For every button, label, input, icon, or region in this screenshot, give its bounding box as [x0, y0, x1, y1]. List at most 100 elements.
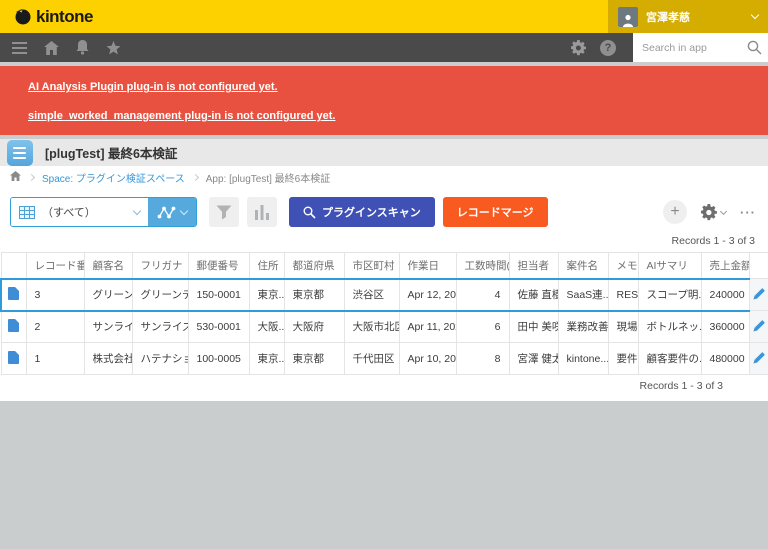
- cell-address: 東京...: [249, 279, 284, 311]
- record-merge-label: レコードマージ: [457, 204, 534, 220]
- cell-sales: 240000: [701, 279, 749, 311]
- column-header: 市区町村: [344, 253, 399, 279]
- help-icon[interactable]: ?: [600, 40, 616, 56]
- view-dropdown[interactable]: （すべて）: [11, 198, 148, 226]
- kintone-ball-icon: [14, 8, 31, 25]
- cell-memo: RES...: [608, 279, 638, 311]
- cell-city: 渋谷区: [344, 279, 399, 311]
- breadcrumb-home-icon[interactable]: [10, 171, 21, 184]
- app-header: [plugTest] 最終6本検証: [0, 139, 768, 166]
- breadcrumb-separator-icon: [192, 173, 199, 180]
- column-header: 作業日: [399, 253, 456, 279]
- table-grid-icon: [19, 206, 35, 219]
- plugin-alert-banner: AI Analysis Plugin plug-in is not config…: [0, 66, 768, 135]
- column-header: フリガナ: [132, 253, 188, 279]
- cell-assignee: 宮澤 健太: [509, 343, 558, 375]
- scan-magnifier-icon: [303, 206, 316, 219]
- column-header: 担当者: [509, 253, 558, 279]
- records-summary-bottom: Records 1 - 3 of 3: [0, 375, 768, 401]
- logo-text: kintone: [36, 7, 93, 27]
- record-document-icon[interactable]: [1, 279, 26, 311]
- page-background: [0, 401, 768, 549]
- app-list-icon: [7, 140, 33, 166]
- breadcrumb-separator-icon: [28, 173, 35, 180]
- edit-record-button[interactable]: [749, 279, 768, 311]
- cell-customer: 株式会社...: [84, 343, 132, 375]
- cell-prefecture: 東京都: [284, 279, 344, 311]
- cell-workdate: Apr 11, 2026: [399, 311, 456, 343]
- edit-record-button[interactable]: [749, 311, 768, 343]
- alert-link-ai-analysis[interactable]: AI Analysis Plugin plug-in is not config…: [28, 81, 768, 93]
- cell-project: 業務改善...: [558, 311, 608, 343]
- cell-hours: 4: [456, 279, 509, 311]
- pencil-icon: [753, 319, 766, 332]
- home-icon[interactable]: [44, 41, 59, 55]
- settings-gear-icon[interactable]: [571, 40, 587, 56]
- cell-workdate: Apr 12, 2026: [399, 279, 456, 311]
- graph-view-dropdown[interactable]: [148, 198, 196, 226]
- cell-record-number: 1: [26, 343, 84, 375]
- chart-button[interactable]: [247, 197, 277, 227]
- user-menu[interactable]: 宮澤孝慈: [608, 0, 768, 33]
- edit-record-button[interactable]: [749, 343, 768, 375]
- more-options-button[interactable]: ···: [740, 205, 756, 220]
- column-header: 住所: [249, 253, 284, 279]
- cell-customer: サンライ...: [84, 311, 132, 343]
- chevron-down-icon: [133, 206, 141, 214]
- cell-sales: 360000: [701, 311, 749, 343]
- cell-ai-summary: ボトルネッ...: [638, 311, 701, 343]
- column-header: 工数時間(h): [456, 253, 509, 279]
- favorites-star-icon[interactable]: [106, 41, 121, 55]
- breadcrumb-app-label: App: [plugTest] 最終6本検証: [206, 170, 331, 185]
- filter-button[interactable]: [209, 197, 239, 227]
- column-header: 郵便番号: [188, 253, 249, 279]
- notifications-bell-icon[interactable]: [76, 40, 89, 55]
- record-document-icon[interactable]: [1, 311, 26, 343]
- gear-icon: [701, 204, 718, 221]
- view-selector-label: （すべて）: [42, 204, 127, 220]
- table-header-row: レコード番号 顧客名 フリガナ 郵便番号 住所 都道府県 市区町村 作業日 工数…: [1, 253, 768, 279]
- cell-address: 東京...: [249, 343, 284, 375]
- global-toolbar: ?: [0, 33, 768, 62]
- user-name: 宮澤孝慈: [646, 9, 744, 25]
- cell-ai-summary: スコープ明...: [638, 279, 701, 311]
- view-toolbar: （すべて）: [0, 188, 768, 228]
- search-input[interactable]: [633, 42, 740, 54]
- table-row[interactable]: 3 グリーン... グリーンテ... 150-0001 東京... 東京都 渋谷…: [1, 279, 768, 311]
- kintone-logo[interactable]: kintone: [0, 0, 93, 33]
- record-document-icon[interactable]: [1, 343, 26, 375]
- user-avatar: [618, 7, 638, 27]
- table-row[interactable]: 1 株式会社... ハテナショ... 100-0005 東京... 東京都 千代…: [1, 343, 768, 375]
- breadcrumb-space-link[interactable]: Space: プラグイン検証スペース: [42, 170, 185, 185]
- plugin-scan-button[interactable]: プラグインスキャン: [289, 197, 435, 227]
- hamburger-menu-icon[interactable]: [12, 42, 27, 54]
- alert-link-simple-worked[interactable]: simple_worked_management plug-in is not …: [28, 110, 768, 122]
- cell-postal: 100-0005: [188, 343, 249, 375]
- filter-funnel-icon: [216, 205, 232, 220]
- plugin-scan-label: プラグインスキャン: [322, 204, 421, 220]
- column-header: レコード番号: [26, 253, 84, 279]
- column-header-icon: [1, 253, 26, 279]
- record-merge-button[interactable]: レコードマージ: [443, 197, 548, 227]
- cell-workdate: Apr 10, 2026: [399, 343, 456, 375]
- cell-postal: 150-0001: [188, 279, 249, 311]
- column-header: 顧客名: [84, 253, 132, 279]
- list-settings-button[interactable]: [701, 204, 726, 221]
- search-icon[interactable]: [740, 40, 768, 55]
- chevron-down-icon: [751, 11, 759, 19]
- graph-nodes-icon: [157, 206, 176, 219]
- chevron-down-icon: [720, 207, 727, 214]
- cell-furigana: ハテナショ...: [132, 343, 188, 375]
- cell-postal: 530-0001: [188, 311, 249, 343]
- cell-hours: 6: [456, 311, 509, 343]
- column-header: 都道府県: [284, 253, 344, 279]
- add-record-button[interactable]: +: [663, 200, 687, 224]
- top-header: kintone 宮澤孝慈: [0, 0, 768, 33]
- breadcrumb: Space: プラグイン検証スペース App: [plugTest] 最終6本検…: [0, 166, 768, 188]
- cell-memo: 現場...: [608, 311, 638, 343]
- cell-record-number: 3: [26, 279, 84, 311]
- column-header: AIサマリ: [638, 253, 701, 279]
- table-row[interactable]: 2 サンライ... サンライズ... 530-0001 大阪... 大阪府 大阪…: [1, 311, 768, 343]
- record-list-area: （すべて）: [0, 188, 768, 401]
- cell-furigana: グリーンテ...: [132, 279, 188, 311]
